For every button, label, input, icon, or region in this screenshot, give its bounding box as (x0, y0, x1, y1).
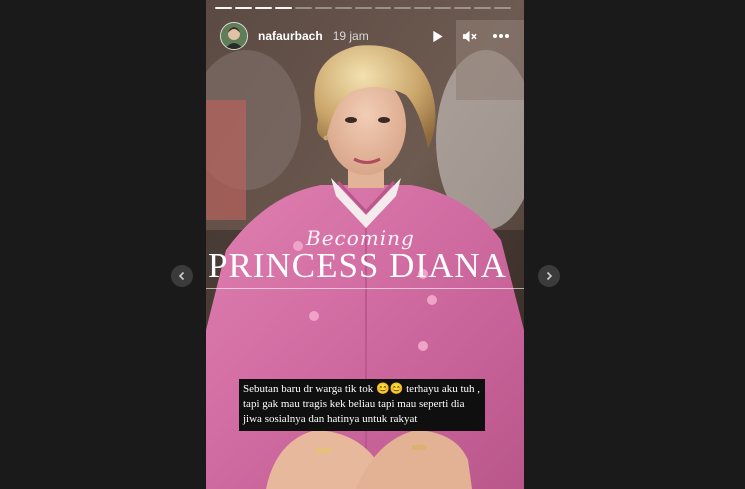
progress-segment (354, 7, 372, 9)
progress-segment (374, 7, 392, 9)
previous-story-button[interactable] (171, 265, 193, 287)
timestamp: 19 jam (332, 29, 369, 43)
username-link[interactable]: nafaurbach (258, 29, 323, 43)
progress-segment (414, 7, 432, 9)
avatar-image (221, 23, 247, 49)
next-story-button[interactable] (538, 265, 560, 287)
mute-icon (462, 30, 477, 42)
headline-main-text: PRINCESS DIANA (208, 246, 507, 285)
progress-segment (494, 7, 512, 9)
progress-segment (394, 7, 412, 9)
story-caption: Sebutan baru dr warga tik tok 😊😊 terhayu… (239, 379, 485, 431)
more-icon (493, 34, 509, 38)
story-progress-bar (215, 7, 512, 10)
progress-segment (434, 7, 452, 9)
progress-segment (254, 7, 272, 9)
mute-button[interactable] (460, 27, 478, 45)
progress-segment (334, 7, 352, 9)
chevron-right-icon (546, 271, 553, 281)
progress-segment (294, 7, 312, 9)
progress-segment (474, 7, 492, 9)
story-headline: Becoming PRINCESS DIANA (206, 226, 524, 296)
progress-segment (234, 7, 252, 9)
play-icon (432, 30, 443, 42)
progress-segment (274, 7, 292, 9)
play-button[interactable] (428, 27, 446, 45)
story-controls (428, 27, 510, 45)
story-header: nafaurbach 19 jam (220, 22, 510, 50)
avatar[interactable] (220, 22, 248, 50)
progress-segment (314, 7, 332, 9)
headline-divider (206, 288, 524, 289)
chevron-left-icon (178, 271, 185, 281)
progress-segment (215, 7, 232, 9)
story-viewer: nafaurbach 19 jam Becoming PRINCESS DIAN… (0, 0, 745, 489)
more-options-button[interactable] (492, 27, 510, 45)
progress-segment (454, 7, 472, 9)
